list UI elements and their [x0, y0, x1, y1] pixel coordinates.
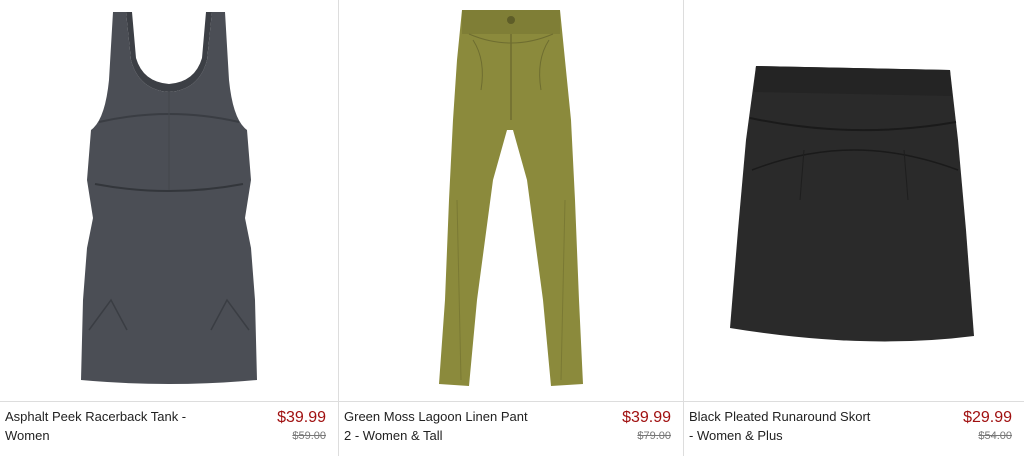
product-name-line1[interactable]: Black Pleated Runaround Skort	[689, 409, 870, 424]
price-block: $39.99 $79.00	[622, 407, 671, 444]
divider	[684, 401, 1024, 402]
product-name-line2[interactable]: - Women & Plus	[689, 428, 783, 443]
original-price: $54.00	[978, 430, 1012, 442]
product-name-line2[interactable]: 2 - Women & Tall	[344, 428, 443, 443]
racerback-tank-image	[81, 12, 257, 384]
price-block: $29.99 $54.00	[963, 407, 1012, 444]
product-card[interactable]: Black Pleated Runaround Skort - Women & …	[684, 0, 1024, 456]
linen-pant-image	[439, 10, 583, 386]
skort-image	[730, 66, 974, 342]
product-name[interactable]: Black Pleated Runaround Skort - Women & …	[689, 407, 919, 445]
original-price: $59.00	[292, 430, 326, 442]
product-image[interactable]	[684, 0, 1024, 401]
divider	[0, 401, 338, 402]
product-image[interactable]	[0, 0, 338, 401]
product-card[interactable]: Asphalt Peek Racerback Tank - Women $39.…	[0, 0, 339, 456]
product-name-line1[interactable]: Green Moss Lagoon Linen Pant	[344, 409, 528, 424]
product-name-line2[interactable]: Women	[5, 428, 50, 443]
product-image[interactable]	[339, 0, 683, 401]
product-name-line1[interactable]: Asphalt Peek Racerback Tank -	[5, 409, 186, 424]
sale-price: $39.99	[622, 409, 671, 426]
sale-price: $29.99	[963, 409, 1012, 426]
divider	[339, 401, 683, 402]
product-name[interactable]: Asphalt Peek Racerback Tank - Women	[5, 407, 235, 445]
price-block: $39.99 $59.00	[277, 407, 326, 444]
original-price: $79.00	[637, 430, 671, 442]
product-card[interactable]: Green Moss Lagoon Linen Pant 2 - Women &…	[339, 0, 684, 456]
sale-price: $39.99	[277, 409, 326, 426]
product-name[interactable]: Green Moss Lagoon Linen Pant 2 - Women &…	[344, 407, 574, 445]
product-grid: Asphalt Peek Racerback Tank - Women $39.…	[0, 0, 1024, 456]
